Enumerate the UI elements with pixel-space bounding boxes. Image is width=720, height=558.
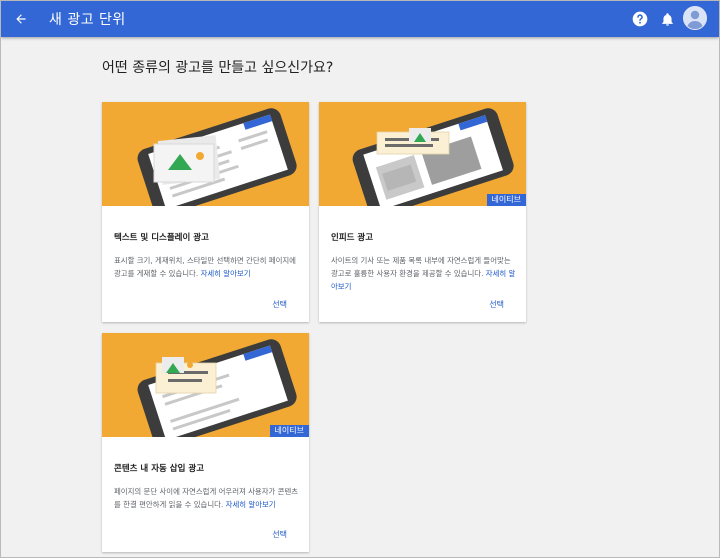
select-button[interactable]: 선택: [272, 529, 287, 540]
card-title: 콘텐츠 내 자동 삽입 광고: [114, 464, 205, 474]
bell-icon: [661, 12, 673, 26]
card-infeed[interactable]: 네이티브 인피드 광고 사이트의 기사 또는 제품 목록 내부에 자연스럽게 들…: [319, 102, 526, 322]
native-badge: 네이티브: [486, 194, 526, 206]
card-in-article[interactable]: 네이티브 콘텐츠 내 자동 삽입 광고 페이지의 문단 사이에 자연스럽게 어우…: [102, 333, 309, 552]
learn-more-link[interactable]: 자세히 알아보기: [201, 269, 251, 278]
learn-more-link[interactable]: 자세히 알아보기: [226, 500, 276, 509]
card-title: 인피드 광고: [331, 233, 374, 243]
select-button[interactable]: 선택: [489, 299, 504, 310]
account-button[interactable]: [683, 6, 707, 30]
card-description: 페이지의 문단 사이에 자연스럽게 어우러져 사용자가 콘텐츠를 한결 편안하게…: [114, 487, 299, 509]
card-title: 텍스트 및 디스플레이 광고: [114, 233, 209, 243]
card-illustration: 네이티브: [102, 333, 309, 437]
back-button[interactable]: [9, 7, 33, 31]
card-illustration: 네이티브: [319, 102, 526, 206]
help-button[interactable]: [629, 8, 651, 30]
page-title: 새 광고 단위: [49, 12, 126, 28]
notifications-button[interactable]: [656, 8, 678, 30]
page-heading: 어떤 종류의 광고를 만들고 싶으신가요?: [102, 60, 334, 76]
app-window: 새 광고 단위 어떤 종류의 광고를 만들고 싶으신가요? 텍스트 및 디스플레…: [0, 0, 720, 558]
account-icon: [683, 6, 707, 30]
select-button[interactable]: 선택: [272, 299, 287, 310]
phone-illustration: [352, 108, 514, 206]
native-badge: 네이티브: [269, 425, 309, 437]
top-app-bar: 새 광고 단위: [1, 1, 719, 37]
back-arrow-icon: [16, 14, 26, 24]
card-illustration: [102, 102, 309, 206]
phone-illustration: [137, 339, 297, 437]
card-description: 표시할 크기, 게재위치, 스타일만 선택하면 간단히 페이지에 광고를 게재할…: [114, 256, 296, 278]
card-text-display[interactable]: 텍스트 및 디스플레이 광고 표시할 크기, 게재위치, 스타일만 선택하면 간…: [102, 102, 309, 322]
phone-illustration: [137, 108, 297, 206]
help-icon: [632, 11, 648, 27]
card-description: 사이트의 기사 또는 제품 목록 내부에 자연스럽게 들어맞는 광고로 훌륭한 …: [331, 256, 516, 291]
